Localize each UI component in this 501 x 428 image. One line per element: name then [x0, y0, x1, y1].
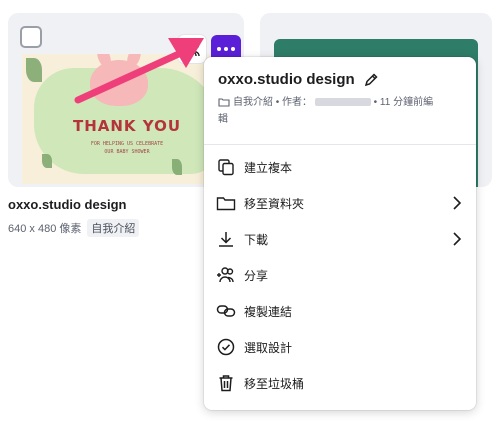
dot [217, 47, 221, 51]
share-people-button[interactable] [178, 35, 206, 63]
menu-item-select-design[interactable]: 選取設計 [204, 329, 476, 365]
menu-header: oxxo.studio design 自我介紹 • 作者： • 11 分鐘前編 … [204, 57, 476, 145]
design-title[interactable]: oxxo.studio design [8, 197, 126, 212]
menu-item-move-to-folder[interactable]: 移至資料夾 [204, 185, 476, 221]
menu-info-suffix: • 11 分鐘前編 [373, 97, 434, 108]
select-checkbox[interactable] [20, 26, 42, 48]
menu-item-share[interactable]: 分享 [204, 257, 476, 293]
menu-item-label: 選取設計 [244, 340, 293, 355]
menu-item-label: 移至資料夾 [244, 196, 305, 211]
chevron-right-icon [453, 232, 462, 246]
menu-item-label: 移至垃圾桶 [244, 376, 305, 391]
menu-item-label: 下載 [244, 232, 269, 247]
folder-icon [218, 98, 230, 107]
duplicate-icon [218, 159, 234, 176]
design-thumbnail[interactable]: THANK YOU FOR HELPING US CELEBRATE OUR B… [22, 54, 232, 184]
trash-icon [219, 375, 233, 392]
menu-items: 建立複本 移至資料夾 下載 分享 複製連結 選取設計 移至垃圾桶 [204, 145, 476, 401]
author-name-redacted [314, 98, 371, 107]
leaf-decoration [172, 159, 182, 175]
menu-item-download[interactable]: 下載 [204, 221, 476, 257]
menu-item-copy-link[interactable]: 複製連結 [204, 293, 476, 329]
download-icon [219, 232, 233, 247]
menu-title: oxxo.studio design [218, 71, 355, 88]
menu-title-row: oxxo.studio design [218, 71, 462, 88]
design-tag: 自我介紹 [87, 219, 140, 237]
pencil-icon[interactable] [363, 72, 379, 88]
menu-info-prefix: 自我介紹 • 作者： [233, 97, 313, 108]
check-circle-icon [217, 338, 235, 356]
menu-info-wrap: 輯 [218, 114, 228, 125]
menu-item-label: 複製連結 [244, 304, 293, 319]
leaf-decoration [26, 58, 42, 82]
thumbnail-subline: OUR BABY SHOWER [104, 149, 150, 155]
chevron-right-icon [453, 196, 462, 210]
thumbnail-subline: FOR HELPING US CELEBRATE [90, 141, 164, 147]
share-people-icon [183, 41, 200, 57]
menu-info: 自我介紹 • 作者： • 11 分鐘前編 輯 [218, 94, 462, 128]
dot [231, 47, 235, 51]
context-menu: oxxo.studio design 自我介紹 • 作者： • 11 分鐘前編 … [204, 57, 476, 410]
thumbnail-headline: THANK YOU [72, 117, 182, 135]
design-meta: 640 x 480 像素 自我介紹 [8, 219, 140, 237]
menu-item-label: 建立複本 [244, 160, 293, 175]
dot [224, 47, 228, 51]
bunny-illustration [90, 60, 148, 106]
menu-item-move-to-trash[interactable]: 移至垃圾桶 [204, 365, 476, 401]
menu-item-duplicate[interactable]: 建立複本 [204, 149, 476, 185]
link-icon [216, 305, 236, 317]
folder-icon [216, 197, 236, 211]
share-people-icon [217, 267, 234, 283]
leaf-decoration [42, 154, 52, 168]
design-dimensions: 640 x 480 像素 [8, 223, 82, 235]
menu-item-label: 分享 [244, 268, 269, 283]
